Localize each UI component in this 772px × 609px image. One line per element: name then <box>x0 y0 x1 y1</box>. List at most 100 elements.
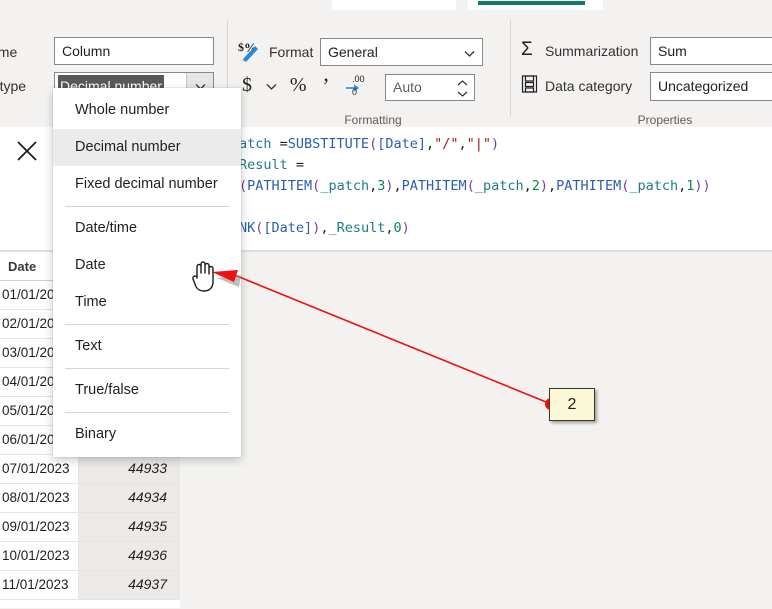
format-label: Format <box>269 44 314 60</box>
formatting-button-row: $ % ’ .00 0 <box>236 72 371 102</box>
data-type-label: ta type <box>0 78 27 94</box>
table-row[interactable]: 11/01/2023 44937 <box>0 571 180 600</box>
close-button[interactable] <box>3 128 51 173</box>
decimal-places-value: Auto <box>393 79 422 95</box>
thousands-separator-icon[interactable]: ’ <box>315 73 337 99</box>
svg-text:0: 0 <box>352 87 357 96</box>
cell-value[interactable]: 44937 <box>78 571 180 599</box>
ribbon-group-divider <box>510 20 511 116</box>
cell-value[interactable]: 44934 <box>78 484 180 512</box>
formula-text[interactable]: atch =SUBSTITUTE([Date],"/","|") Result =… <box>239 134 772 239</box>
formula-token: , <box>369 178 378 194</box>
dropdown-item-fixed-decimal-number[interactable]: Fixed decimal number <box>53 166 241 203</box>
chevron-down-icon <box>457 91 467 97</box>
chevron-down-icon[interactable] <box>464 39 475 65</box>
dropdown-separator <box>65 412 229 413</box>
currency-percent-format-icon: $ % <box>238 40 266 62</box>
formula-token: , <box>425 136 435 152</box>
hand-pointer-cursor <box>190 258 216 292</box>
formula-token: ) <box>401 220 410 236</box>
formula-token: atch <box>239 136 280 152</box>
close-icon <box>17 140 37 161</box>
decimal-places-input[interactable]: Auto <box>385 74 475 101</box>
formula-token: [Date] <box>263 220 313 236</box>
column-name-input[interactable]: Column <box>54 37 214 65</box>
dropdown-item-binary[interactable]: Binary <box>53 416 241 453</box>
data-category-icon <box>521 75 538 93</box>
percent-icon[interactable]: % <box>285 74 311 97</box>
data-category-combobox[interactable]: Uncategorized <box>650 72 772 101</box>
formula-token: _Result <box>328 220 386 236</box>
formula-token: ) <box>491 136 500 152</box>
formula-token: SUBSTITUTE <box>287 136 370 152</box>
formula-token: "/" <box>434 136 459 152</box>
decimal-places-stepper[interactable] <box>456 77 468 99</box>
chevron-up-icon <box>457 79 467 85</box>
table-row[interactable]: 09/01/2023 44935 <box>0 513 180 542</box>
formula-token: "|" <box>466 136 492 152</box>
formula-token: , <box>458 136 467 152</box>
formula-line: Result = <box>239 155 772 176</box>
formula-token: [Date] <box>377 136 426 152</box>
formula-token: ) <box>385 178 394 194</box>
table-row[interactable]: 08/01/2023 44934 <box>0 484 180 513</box>
formula-token: ( <box>466 178 475 194</box>
svg-text:.00: .00 <box>352 74 365 84</box>
currency-dropdown-chevron-icon[interactable] <box>262 78 282 93</box>
formula-token: ) <box>539 178 549 194</box>
dropdown-item-whole-number[interactable]: Whole number <box>53 92 241 129</box>
name-label: ame <box>0 44 18 60</box>
cell-date[interactable]: 08/01/2023 <box>0 484 78 512</box>
formula-token: _patch <box>474 178 524 194</box>
decimal-places-icon[interactable]: .00 0 <box>341 72 371 99</box>
dropdown-item-decimal-number[interactable]: Decimal number <box>53 129 241 166</box>
dropdown-item-date-time[interactable]: Date/time <box>53 210 241 247</box>
grid-bottom-spacer <box>0 600 180 608</box>
annotation-callout-label: 2 <box>567 395 577 413</box>
cell-date[interactable]: 07/01/2023 <box>0 455 78 483</box>
dropdown-separator <box>65 324 229 325</box>
dropdown-item-true-false[interactable]: True/false <box>53 372 241 409</box>
data-category-label: Data category <box>545 78 633 94</box>
formula-line: atch =SUBSTITUTE([Date],"/","|") <box>239 134 772 155</box>
dropdown-item-text[interactable]: Text <box>53 328 241 365</box>
formula-token: , <box>393 178 402 194</box>
formula-token: _patch <box>629 178 679 194</box>
formula-token: _patch <box>320 178 370 194</box>
formula-token: = <box>295 157 305 173</box>
table-row[interactable]: 07/01/2023 44933 <box>0 455 180 484</box>
dropdown-separator <box>65 368 229 369</box>
ribbon-tab-strip <box>0 0 772 12</box>
ribbon-tab-active-indicator <box>478 1 585 5</box>
cell-date[interactable]: 11/01/2023 <box>0 571 78 599</box>
annotation-leader-line <box>226 271 552 405</box>
cell-value[interactable]: 44936 <box>78 542 180 570</box>
dropdown-separator <box>65 206 229 207</box>
sigma-icon: Σ <box>521 39 533 60</box>
properties-group-caption: Properties <box>637 113 693 127</box>
format-combobox[interactable]: General <box>320 38 483 66</box>
formula-token: , <box>548 178 557 194</box>
table-row[interactable]: 10/01/2023 44936 <box>0 542 180 571</box>
summarization-combobox[interactable]: Sum <box>650 37 772 65</box>
formula-token: NK <box>239 220 256 236</box>
formula-token: 2 <box>531 178 540 194</box>
formula-token: , <box>523 178 532 194</box>
format-selected-value: General <box>328 44 378 60</box>
cell-date[interactable]: 09/01/2023 <box>0 513 78 541</box>
formula-token: )) <box>694 178 711 194</box>
ribbon-tab-inactive[interactable] <box>332 0 456 10</box>
formula-token: , <box>385 220 394 236</box>
cell-value[interactable]: 44933 <box>78 455 180 483</box>
formula-token: PATHITEM <box>247 178 313 194</box>
cell-value[interactable]: 44935 <box>78 513 180 541</box>
formula-token: Result <box>239 157 296 173</box>
formula-line: (PATHITEM(_patch,3),PATHITEM(_patch,2),P… <box>239 176 772 197</box>
formula-line: NK([Date]),_Result,0) <box>239 218 772 239</box>
formula-token: PATHITEM <box>401 178 467 194</box>
formula-token: = <box>279 136 288 152</box>
formula-token: PATHITEM <box>556 178 622 194</box>
summarization-label: Summarization <box>545 43 639 59</box>
cell-date[interactable]: 10/01/2023 <box>0 542 78 570</box>
annotation-callout-2: 2 <box>549 388 595 421</box>
